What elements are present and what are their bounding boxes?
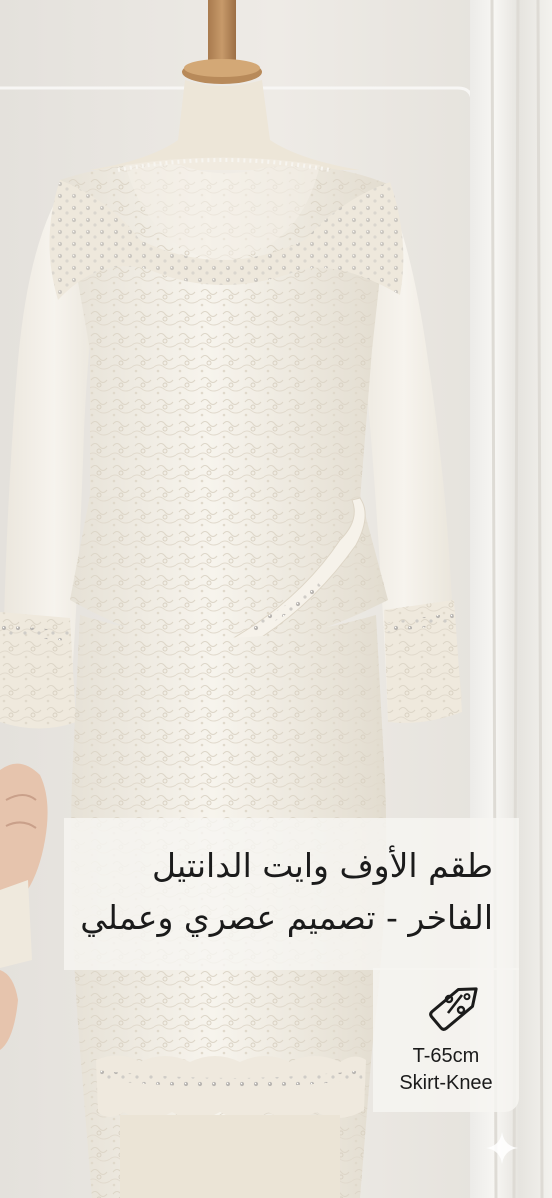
product-title-line-2: الفاخر - تصميم عصري وعملي [80, 898, 493, 937]
discount-tag-icon [429, 987, 478, 1031]
length-spec: T-65cm [412, 1045, 480, 1067]
size-spec-card: T-65cm Skirt-Knee [373, 968, 519, 1112]
product-title-card: طقم الأوف وايت الدانتيل الفاخر - تصميم ع… [64, 818, 519, 970]
product-title-line-1: طقم الأوف وايت الدانتيل [151, 846, 493, 885]
sparkle-icon [486, 1132, 518, 1164]
skirt-spec: Skirt-Knee [399, 1072, 493, 1094]
